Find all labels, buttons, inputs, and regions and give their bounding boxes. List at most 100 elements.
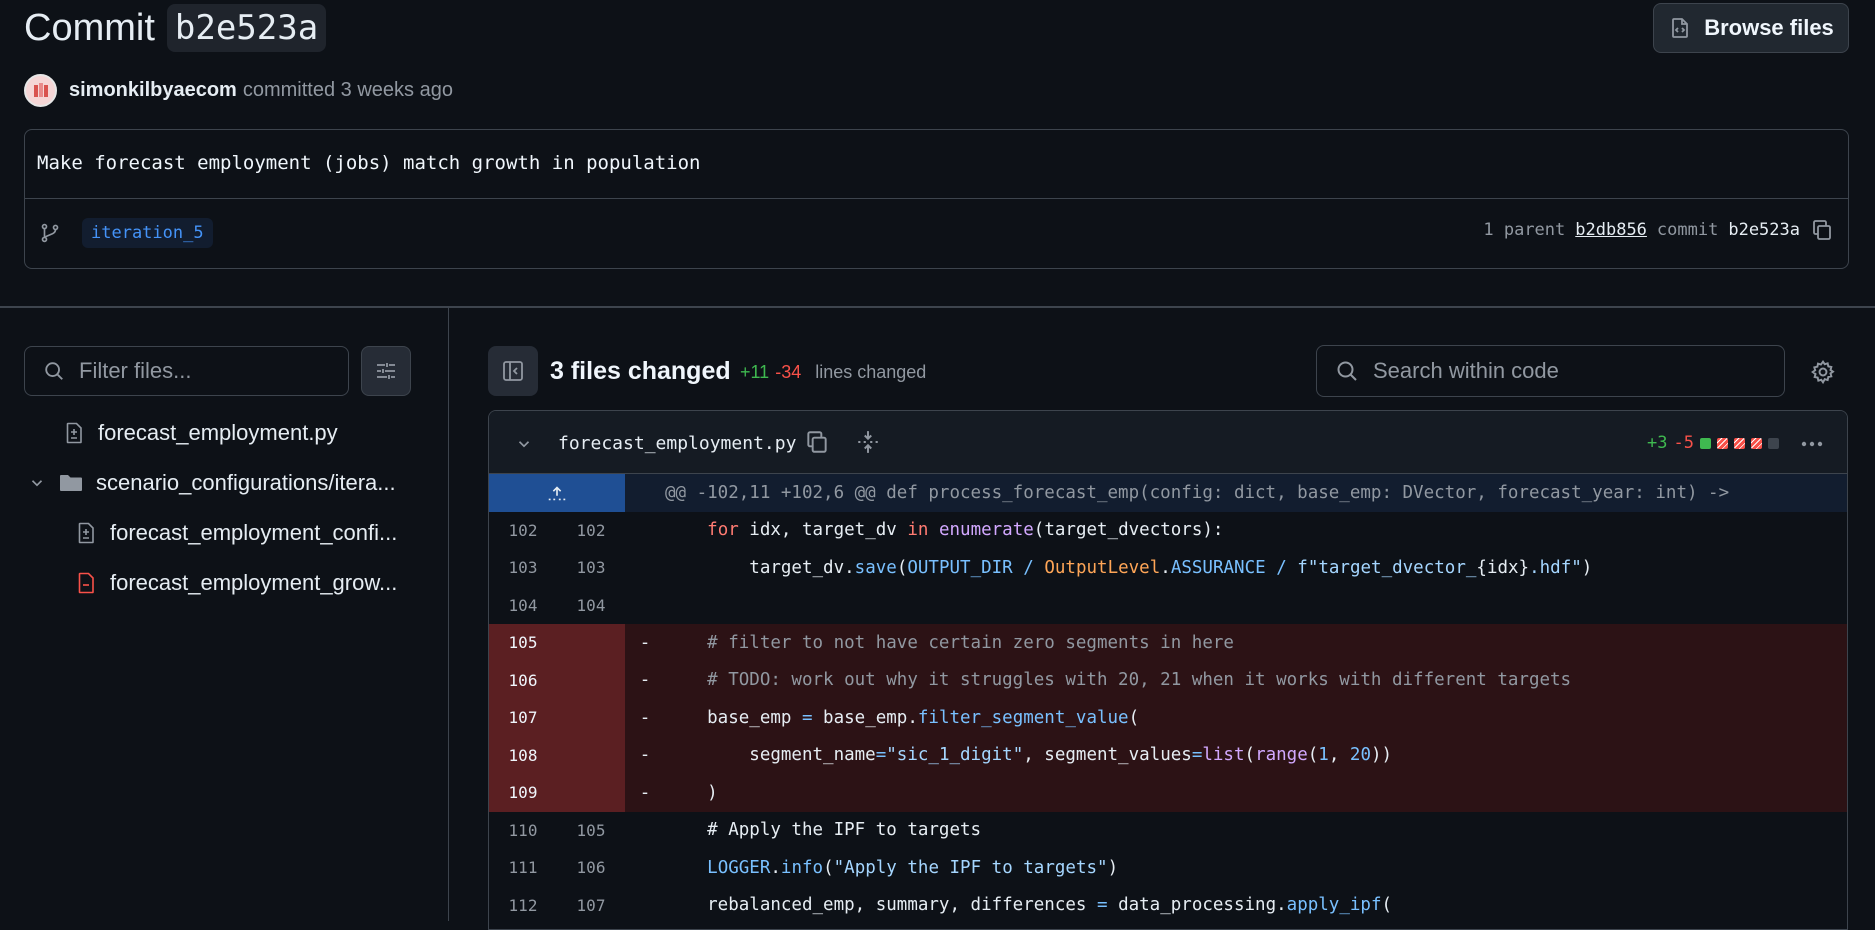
page-title: Commit b2e523a [24,4,327,52]
tree-folder-scenario-configurations[interactable]: scenario_configurations/itera... [28,470,396,496]
commit-sha: b2e523a [1728,220,1800,240]
code-line: 102 102 for idx, target_dv in enumerate(… [489,512,1847,550]
code-content: # filter to not have certain zero segmen… [665,632,1234,653]
diff-filename[interactable]: forecast_employment.py [558,433,796,454]
new-line-number[interactable] [557,774,625,812]
hunk-header: @@ -102,11 +102,6 @@ def process_forecas… [489,474,1847,512]
old-line-number[interactable]: 110 [489,821,557,840]
old-line-number[interactable]: 104 [489,596,557,615]
lines-changed-label: lines changed [815,362,927,382]
expand-up-button[interactable] [489,474,625,512]
tree-item-label: forecast_employment_confi... [110,520,398,545]
kebab-menu-icon[interactable] [1799,435,1825,453]
old-line-number[interactable]: 105 [489,624,557,662]
diffstat-square [1750,437,1762,449]
diffstat-square [1767,437,1779,449]
file-deletions: -5 [1673,433,1694,453]
search-icon [43,360,65,382]
old-line-number[interactable]: 108 [489,736,557,774]
tree-item-label: scenario_configurations/itera... [96,470,396,495]
diff-sign: - [639,745,651,766]
old-line-number[interactable]: 102 [489,521,557,540]
file-diff-icon [62,421,86,445]
tree-file-forecast-employment-config[interactable]: forecast_employment_confi... [74,520,397,546]
file-removed-icon [74,571,98,595]
additions-count: +11 [740,362,770,382]
hunk-header-text: @@ -102,11 +102,6 @@ def process_forecas… [665,482,1730,503]
new-line-number[interactable]: 103 [557,558,625,577]
file-diff: forecast_employment.py +3 -5 @@ -102,11 … [488,410,1848,930]
old-line-number[interactable]: 103 [489,558,557,577]
sliders-icon [374,359,398,383]
gear-icon[interactable] [1810,359,1836,385]
deleted-line: 106 - # TODO: work out why it struggles … [489,661,1847,699]
new-line-number[interactable]: 105 [557,821,625,840]
tree-file-forecast-employment-growth[interactable]: forecast_employment_grow... [74,570,397,596]
deleted-line: 105 - # filter to not have certain zero … [489,624,1847,662]
copy-icon[interactable] [1810,218,1834,242]
file-code-icon [1668,16,1692,40]
filter-options-button[interactable] [361,346,411,396]
new-line-number[interactable]: 104 [557,596,625,615]
toggle-file-tree-button[interactable] [488,346,538,396]
parent-sha-link[interactable]: b2db856 [1575,220,1647,240]
old-line-number[interactable]: 106 [489,661,557,699]
old-line-number[interactable]: 111 [489,858,557,877]
author-name[interactable]: simonkilbyaecom [69,79,237,102]
code-line: 110 105 # Apply the IPF to targets [489,812,1847,850]
code-content: LOGGER.info("Apply the IPF to targets") [707,857,1119,878]
section-divider [0,306,1875,308]
unfold-icon [546,482,568,504]
search-icon [1335,359,1359,383]
deleted-line: 109 - ) [489,774,1847,812]
git-branch-icon [39,222,61,244]
commit-message: Make forecast employment (jobs) match gr… [37,152,701,174]
diff-sign: - [639,670,651,691]
diffstat-square [1699,437,1711,449]
code-line: 103 103 target_dv.save(OUTPUT_DIR / Outp… [489,549,1847,587]
files-changed-count: 3 files changed [550,357,731,385]
file-additions: +3 [1647,433,1668,453]
commit-message-box: Make forecast employment (jobs) match gr… [24,129,1849,269]
tree-file-forecast-employment[interactable]: forecast_employment.py [62,420,338,446]
browse-files-label: Browse files [1704,15,1834,40]
code-content: base_emp = base_emp.filter_segment_value… [665,707,1140,728]
divider [25,198,1848,199]
folder-icon [58,471,84,495]
old-line-number[interactable]: 107 [489,699,557,737]
diffstat-square [1716,437,1728,449]
lines-changed-summary: +11 -34 lines changed [740,362,926,383]
new-line-number[interactable]: 102 [557,521,625,540]
old-line-number[interactable]: 112 [489,896,557,915]
author-row: simonkilbyaecom committed 3 weeks ago [24,74,453,107]
diff-sign: - [639,782,651,803]
deleted-line: 108 - segment_name="sic_1_digit", segmen… [489,736,1847,774]
new-line-number[interactable] [557,624,625,662]
avatar[interactable] [24,74,57,107]
code-content: rebalanced_emp, summary, differences = d… [665,895,1393,916]
parent-label: 1 parent [1483,220,1566,240]
new-line-number[interactable]: 107 [557,896,625,915]
tree-item-label: forecast_employment.py [98,420,338,445]
code-content: segment_name="sic_1_digit", segment_valu… [665,745,1393,766]
browse-files-button[interactable]: Browse files [1653,3,1849,53]
file-diff-header: forecast_employment.py +3 -5 [489,411,1847,474]
new-line-number[interactable] [557,661,625,699]
filter-files-input[interactable]: Filter files... [24,346,349,396]
chevron-down-icon[interactable] [515,435,533,453]
code-line: 104 104 [489,587,1847,625]
diff-sign: - [639,632,651,653]
new-line-number[interactable] [557,699,625,737]
diffstat-square [1733,437,1745,449]
branch-tag[interactable]: iteration_5 [82,218,213,248]
new-line-number[interactable] [557,736,625,774]
deletions-count: -34 [775,362,802,382]
search-within-code-input[interactable]: Search within code [1316,345,1785,397]
old-line-number[interactable]: 109 [489,774,557,812]
commit-title-word: Commit [24,6,155,49]
expand-all-icon[interactable] [855,429,881,455]
new-line-number[interactable]: 106 [557,858,625,877]
parent-info: 1 parent b2db856 commit b2e523a [1483,218,1834,242]
copy-icon[interactable] [804,429,830,455]
commit-title-sha: b2e523a [166,4,327,52]
